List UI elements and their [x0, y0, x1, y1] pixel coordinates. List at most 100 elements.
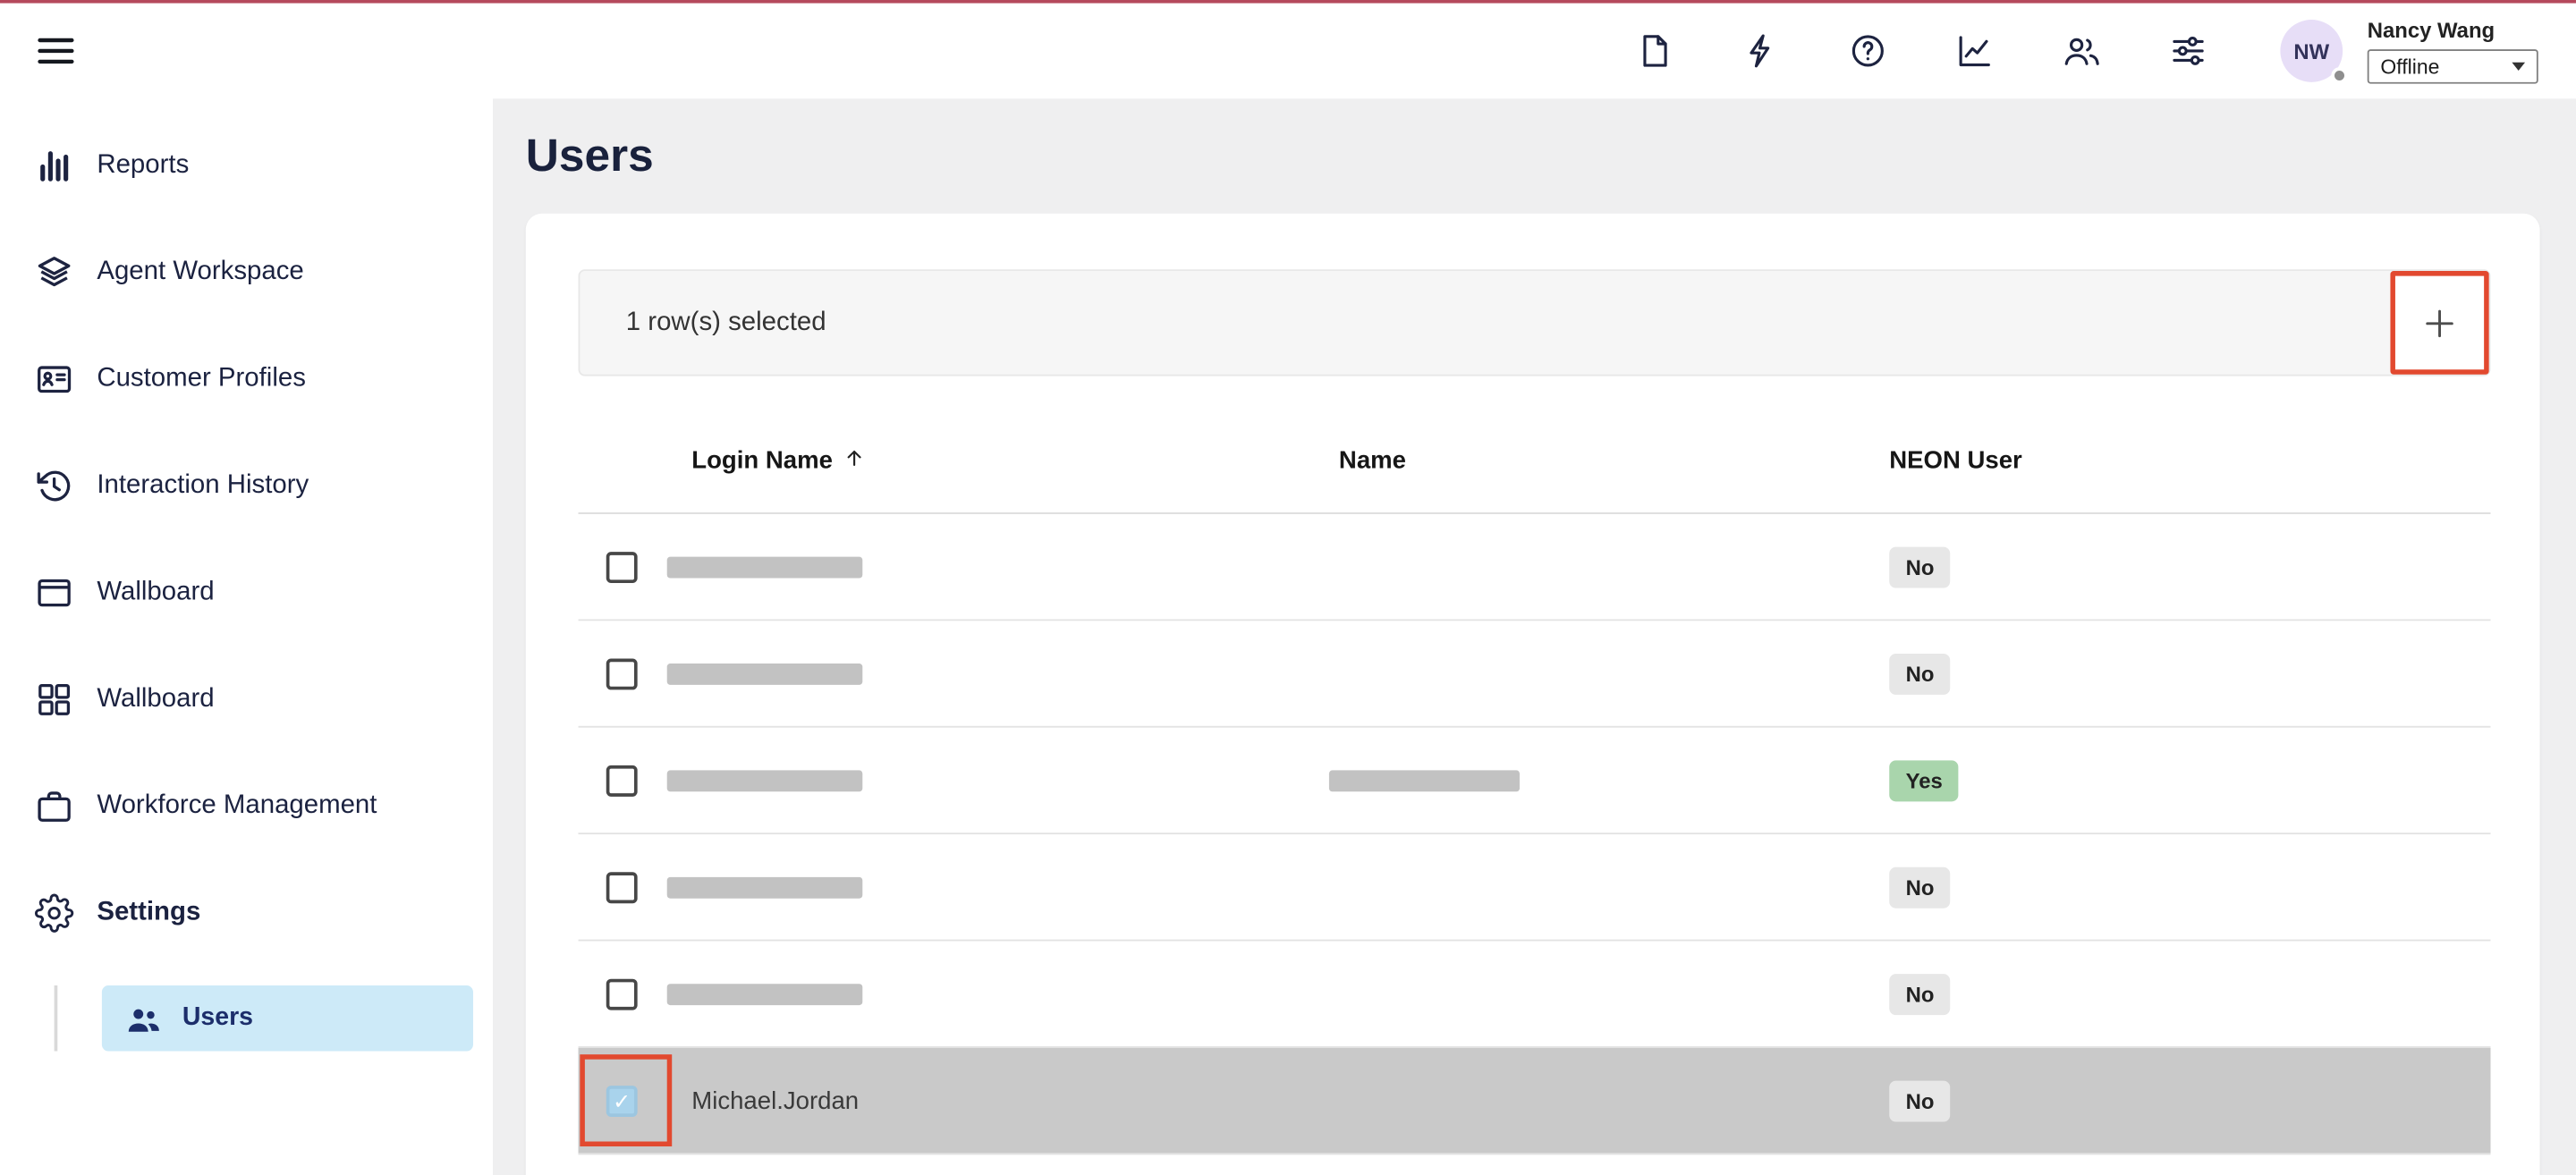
- table-row[interactable]: Yes: [579, 728, 2491, 834]
- users-icon: [125, 1000, 163, 1037]
- login-name-cell: [667, 834, 1329, 940]
- login-name-cell: Michael.Jordan: [667, 1048, 1329, 1154]
- sidebar-item-label: Wallboard: [97, 684, 214, 714]
- user-block: Nancy Wang Offline: [2368, 18, 2538, 83]
- window-icon: [35, 572, 74, 612]
- sidebar-item-wallboard[interactable]: Wallboard: [0, 538, 493, 645]
- user-name: Nancy Wang: [2368, 18, 2538, 43]
- sidebar-item-label: Wallboard: [97, 578, 214, 607]
- document-icon[interactable]: [1635, 31, 1674, 71]
- selection-count-text: 1 row(s) selected: [626, 308, 826, 337]
- help-icon[interactable]: [1848, 31, 1887, 71]
- table-row[interactable]: No: [579, 834, 2491, 941]
- name-cell: [1329, 941, 1889, 1046]
- checkbox-cell: [579, 728, 667, 833]
- add-user-button[interactable]: [2390, 271, 2488, 375]
- users-card: 1 row(s) selected Login Name: [526, 214, 2540, 1175]
- status-select-value: Offline: [2380, 55, 2439, 79]
- sidebar-item-users[interactable]: Users: [102, 985, 473, 1051]
- sidebar-item-agent-workspace[interactable]: Agent Workspace: [0, 218, 493, 325]
- topbar-icon-group: [1635, 31, 2208, 71]
- app-window: NW Nancy Wang Offline Reports Agent Work…: [0, 0, 2576, 1175]
- status-select[interactable]: Offline: [2368, 49, 2538, 84]
- chevron-down-icon: [2512, 63, 2525, 71]
- name-cell: [1329, 1048, 1889, 1154]
- row-checkbox[interactable]: [606, 871, 638, 902]
- redacted-login-bar: [667, 983, 863, 1004]
- column-header-label: NEON User: [1889, 447, 2022, 475]
- sidebar-item-label: Customer Profiles: [97, 364, 306, 393]
- contacts-icon[interactable]: [2062, 31, 2101, 71]
- table-row[interactable]: No: [579, 514, 2491, 621]
- redacted-login-bar: [667, 663, 863, 684]
- column-header-name[interactable]: Name: [1329, 447, 1889, 475]
- redacted-login-bar: [667, 770, 863, 791]
- lightning-icon[interactable]: [1741, 31, 1781, 71]
- column-header-label: Name: [1339, 447, 1406, 475]
- grid-icon: [35, 679, 74, 718]
- sidebar-item-label: Settings: [97, 898, 200, 927]
- name-cell: [1329, 514, 1889, 620]
- table-row[interactable]: No: [579, 621, 2491, 727]
- login-name-cell: [667, 621, 1329, 726]
- redacted-login-bar: [667, 556, 863, 578]
- menu-icon[interactable]: [35, 30, 78, 72]
- checkbox-cell: [579, 514, 667, 620]
- settings-subnav: Users: [55, 985, 493, 1051]
- sidebar-item-label: Workforce Management: [97, 790, 377, 820]
- history-icon: [35, 466, 74, 505]
- selection-toolbar: 1 row(s) selected: [579, 269, 2491, 376]
- plus-icon: [2420, 303, 2460, 342]
- gear-icon: [35, 892, 74, 932]
- sidebar-item-workforce-management[interactable]: Workforce Management: [0, 752, 493, 858]
- table-row[interactable]: No: [579, 941, 2491, 1047]
- neon-user-badge: No: [1889, 973, 1951, 1014]
- row-checkbox[interactable]: [606, 658, 638, 689]
- checkbox-cell: [579, 1048, 667, 1154]
- neon-user-badge: No: [1889, 546, 1951, 588]
- login-name-cell: [667, 941, 1329, 1046]
- row-checkbox[interactable]: [606, 551, 638, 582]
- users-table: Login Name Name NEON User: [579, 409, 2491, 1154]
- presence-dot: [2331, 67, 2347, 83]
- redacted-name-bar: [1329, 770, 1520, 791]
- login-name-cell: [667, 728, 1329, 833]
- neon-user-cell: Yes: [1889, 728, 2490, 833]
- neon-user-cell: No: [1889, 834, 2490, 940]
- neon-user-badge: No: [1889, 866, 1951, 908]
- checkbox-cell: [579, 834, 667, 940]
- sidebar-item-wallboard-2[interactable]: Wallboard: [0, 646, 493, 752]
- page-title: Users: [526, 131, 2540, 181]
- sort-ascending-icon: [843, 446, 866, 469]
- neon-user-cell: No: [1889, 941, 2490, 1046]
- sidebar-item-settings[interactable]: Settings: [0, 859, 493, 966]
- sidebar-item-label: Reports: [97, 150, 189, 180]
- column-header-login-name[interactable]: Login Name: [667, 447, 1329, 475]
- sidebar-item-interaction-history[interactable]: Interaction History: [0, 432, 493, 538]
- preferences-icon[interactable]: [2168, 31, 2207, 71]
- table-body: No No Yes: [579, 514, 2491, 1154]
- row-checkbox[interactable]: [606, 765, 638, 796]
- neon-user-cell: No: [1889, 1048, 2490, 1154]
- checkbox-cell: [579, 941, 667, 1046]
- avatar-initials: NW: [2293, 38, 2329, 63]
- contact-card-icon: [35, 359, 74, 398]
- neon-user-cell: No: [1889, 621, 2490, 726]
- table-row[interactable]: Michael.Jordan No: [579, 1048, 2491, 1154]
- bar-chart-icon: [35, 146, 74, 185]
- login-name-cell: [667, 514, 1329, 620]
- sidebar-item-customer-profiles[interactable]: Customer Profiles: [0, 325, 493, 432]
- login-name-text: Michael.Jordan: [691, 1086, 859, 1114]
- column-header-neon-user[interactable]: NEON User: [1889, 447, 2490, 475]
- redacted-login-bar: [667, 876, 863, 898]
- main-content: Users 1 row(s) selected Login Name: [493, 98, 2576, 1175]
- checkbox-cell: [579, 621, 667, 726]
- top-bar: NW Nancy Wang Offline: [0, 4, 2576, 99]
- analytics-icon[interactable]: [1955, 31, 1995, 71]
- avatar[interactable]: NW: [2280, 20, 2343, 82]
- row-checkbox[interactable]: [606, 978, 638, 1010]
- sidebar: Reports Agent Workspace Customer Profile…: [0, 98, 493, 1175]
- neon-user-badge: Yes: [1889, 759, 1959, 800]
- sidebar-item-reports[interactable]: Reports: [0, 112, 493, 218]
- row-checkbox[interactable]: [606, 1085, 638, 1116]
